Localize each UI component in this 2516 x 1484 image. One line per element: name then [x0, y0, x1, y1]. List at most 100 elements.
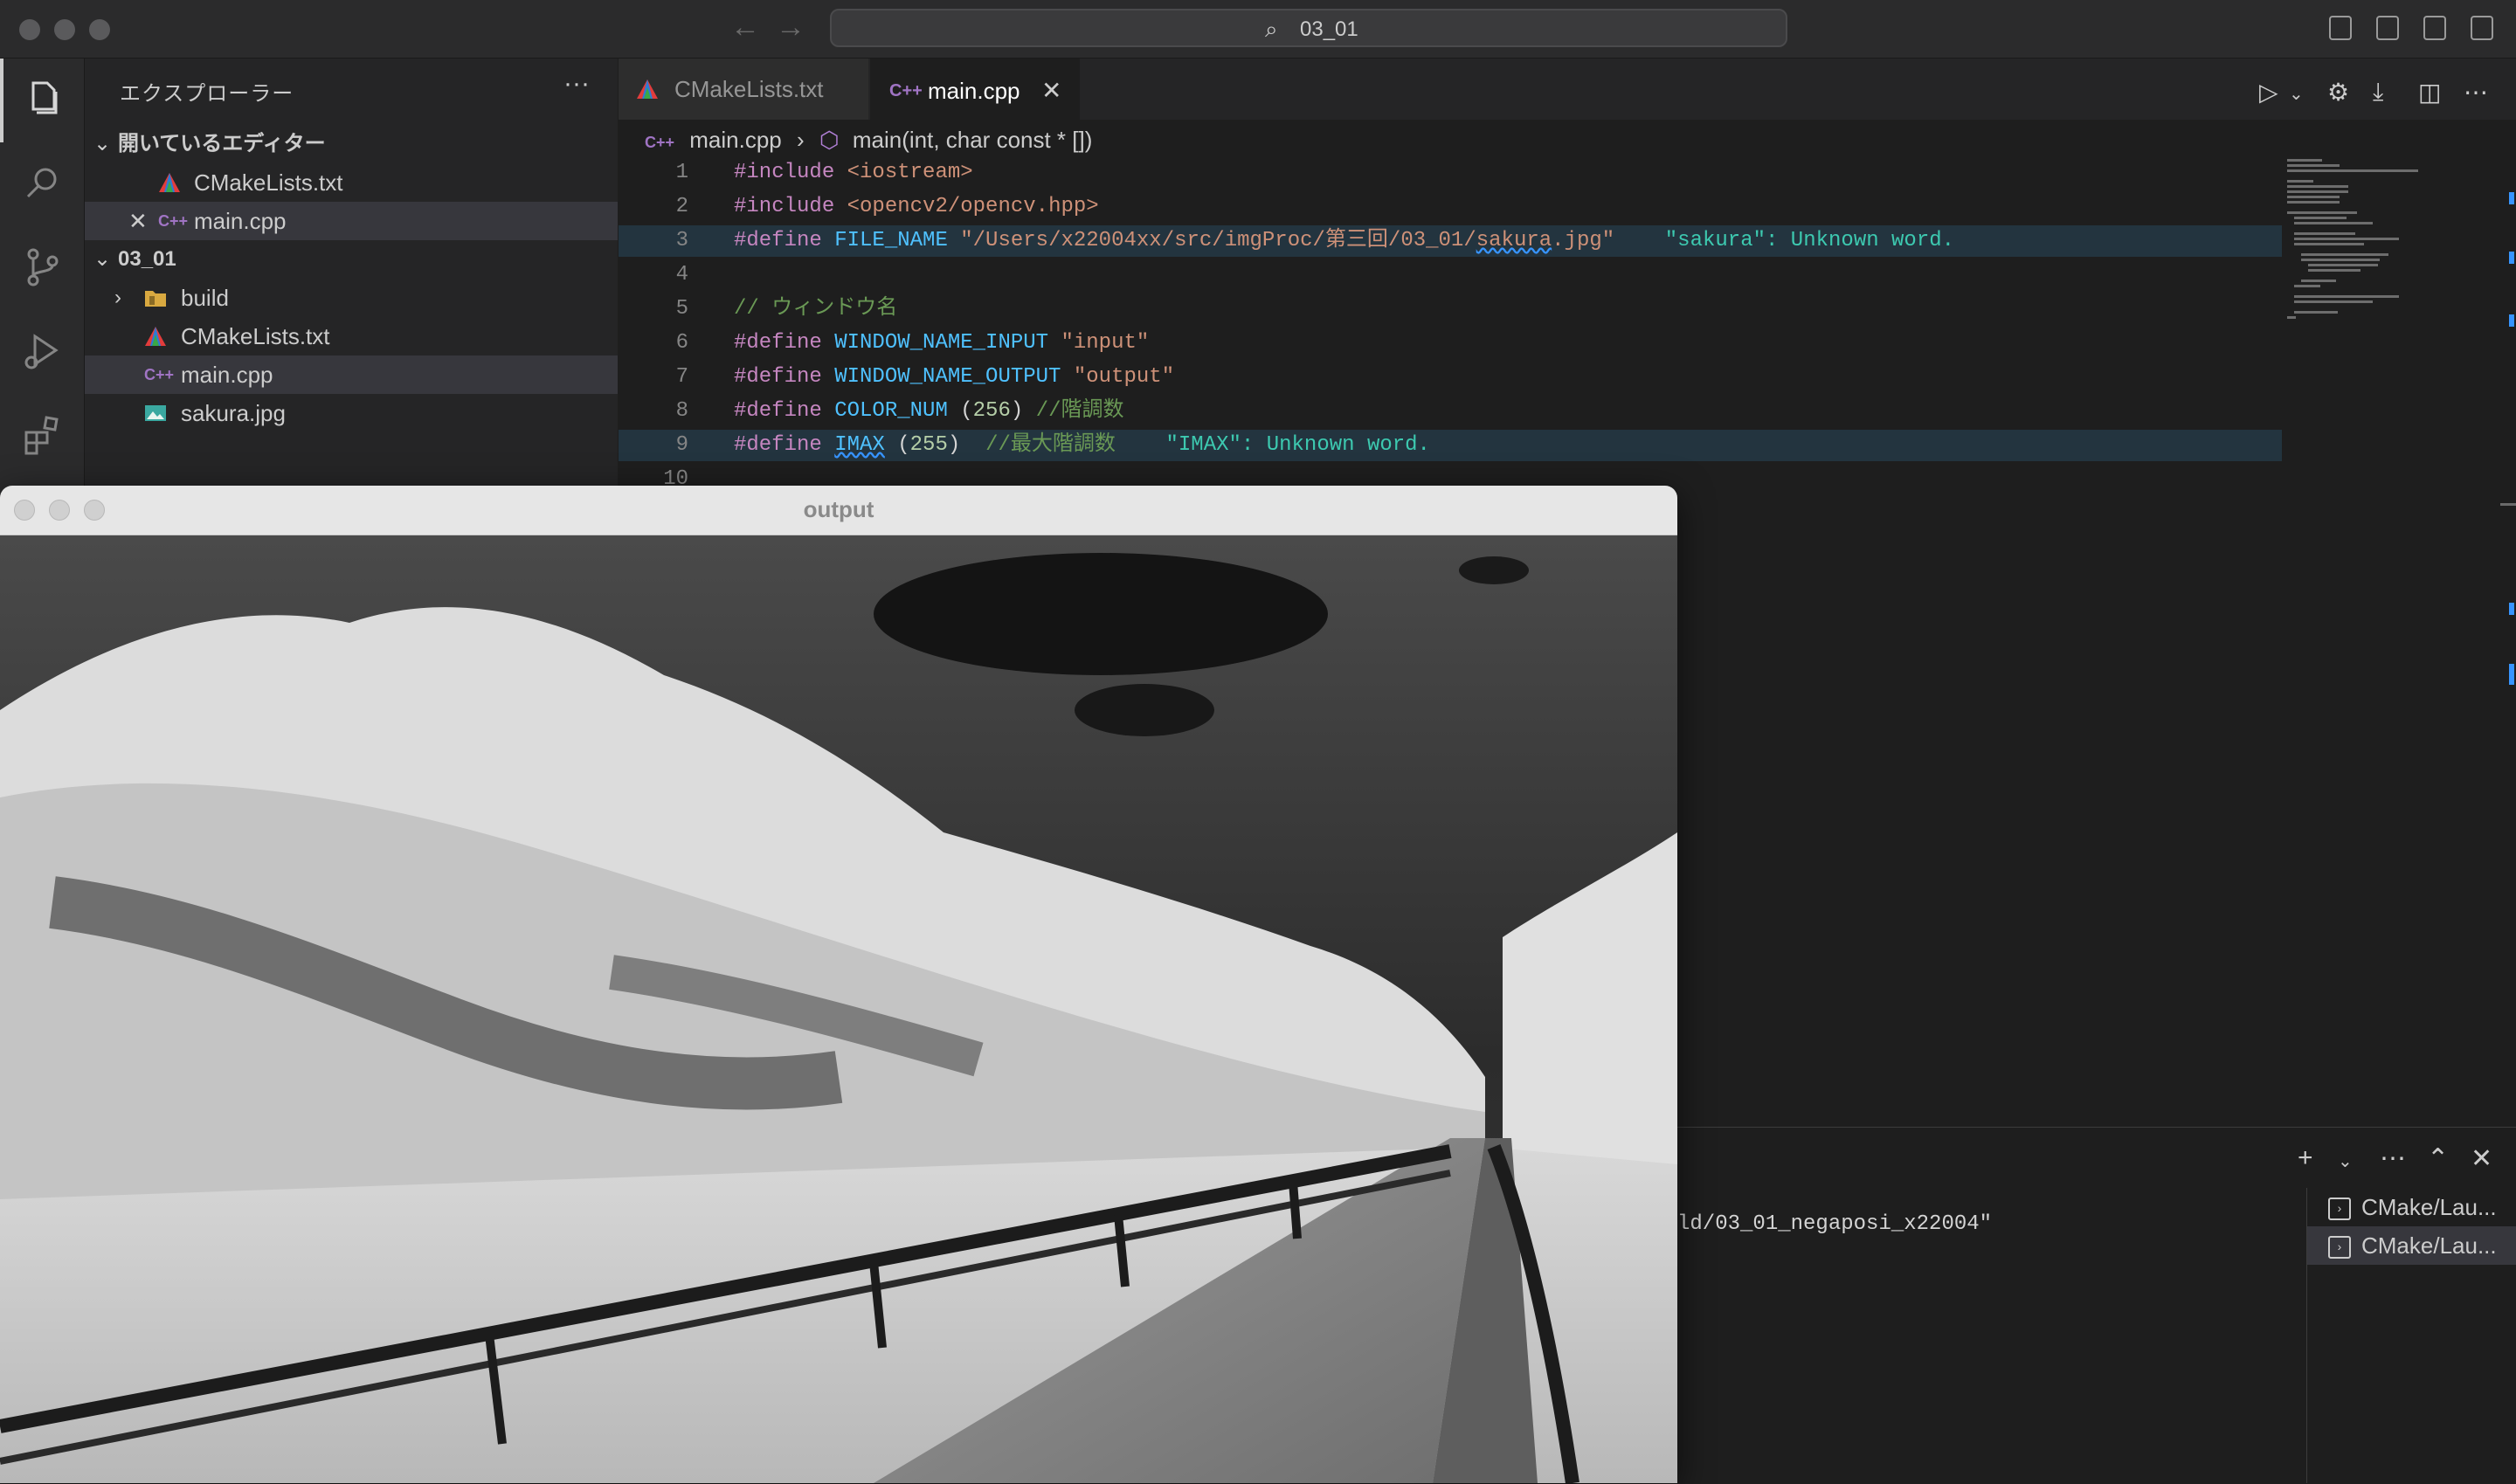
source-control-icon[interactable] — [21, 245, 65, 289]
zoom-window-button[interactable] — [89, 19, 110, 40]
tree-item-file[interactable]: sakura.jpg — [85, 394, 618, 432]
code-line[interactable]: 6 #define WINDOW_NAME_INPUT "input" — [619, 328, 2282, 359]
active-indicator — [0, 59, 3, 142]
code-line[interactable]: 4 — [619, 259, 2282, 291]
search-text: 03_01 — [1300, 17, 1358, 41]
line-text: #include <opencv2/opencv.hpp> — [734, 195, 1099, 218]
output-window[interactable]: output — [0, 486, 1677, 1483]
line-number: 3 — [675, 229, 688, 252]
extensions-icon[interactable] — [21, 413, 65, 457]
split-editor-icon[interactable]: ◫ — [2418, 78, 2441, 107]
arrow-left-icon[interactable]: ← — [730, 10, 760, 45]
output-window-title: output — [803, 496, 874, 522]
gear-icon[interactable]: ⚙ — [2327, 78, 2349, 107]
toggle-panel-icon[interactable] — [2376, 16, 2399, 40]
toggle-secondary-sidebar-icon[interactable] — [2423, 16, 2446, 40]
line-number: 6 — [675, 331, 688, 355]
scrollbar[interactable] — [2500, 148, 2516, 1109]
code-line[interactable]: 3 #define FILE_NAME "/Users/x22004xx/src/… — [619, 225, 2282, 257]
cmake-icon — [145, 327, 166, 346]
toggle-sidebar-icon[interactable] — [2329, 16, 2352, 40]
maximize-panel-icon[interactable]: ⌃ — [2427, 1143, 2449, 1174]
line-number: 7 — [675, 365, 688, 389]
cpp-icon: C++ — [158, 212, 189, 230]
line-text: #define WINDOW_NAME_OUTPUT "output" — [734, 365, 1175, 389]
image-icon — [145, 405, 166, 421]
breadcrumb-file[interactable]: main.cpp — [689, 127, 782, 153]
search-icon[interactable] — [21, 162, 65, 205]
terminal-list: › CMake/Lau... › CMake/Lau... — [2306, 1188, 2516, 1483]
minimize-window-button[interactable] — [54, 19, 75, 40]
chevron-right-icon: › — [114, 286, 121, 309]
code-line[interactable]: 9 #define IMAX (255) //最大階調数 "IMAX": Unkn… — [619, 430, 2282, 461]
folder-header[interactable]: ⌄ 03_01 — [85, 240, 618, 279]
title-bar: ← → ⌕ 03_01 — [0, 0, 2516, 59]
run-icon[interactable]: ▷ — [2259, 78, 2278, 107]
arrow-right-icon[interactable]: → — [776, 10, 805, 45]
line-number: 4 — [675, 263, 688, 286]
terminal-tab[interactable]: › CMake/Lau... — [2307, 1188, 2516, 1226]
code-line[interactable]: 1 #include <iostream> — [619, 157, 2282, 189]
folder-icon — [145, 291, 166, 307]
tree-item-file[interactable]: CMakeLists.txt — [85, 317, 618, 355]
line-number: 9 — [675, 433, 688, 457]
open-editors-header[interactable]: ⌄ 開いているエディター — [85, 125, 618, 163]
tree-item-file[interactable]: C++ main.cpp — [85, 355, 618, 394]
cube-icon: ⬡ — [819, 127, 840, 153]
editor-tabs: CMakeLists.txt C++ main.cpp ✕ ▷ ⌄ ⚙ ⤓ ◫ … — [619, 59, 2516, 121]
terminal-icon: › — [2328, 1198, 2351, 1221]
cpp-icon: C++ — [144, 366, 175, 383]
code-line[interactable]: 8 #define COLOR_NUM (256) //階調数 — [619, 396, 2282, 427]
line-text: #define FILE_NAME "/Users/x22004xx/src/i… — [734, 229, 1955, 252]
run-debug-icon[interactable] — [21, 329, 65, 373]
download-icon[interactable]: ⤓ — [2373, 78, 2383, 107]
code-line[interactable]: 5 // ウィンドウ名 — [619, 293, 2282, 325]
chevron-down-icon[interactable]: ⌄ — [2289, 83, 2304, 105]
more-actions-icon[interactable]: ⋯ — [2464, 78, 2488, 107]
output-window-titlebar[interactable]: output — [0, 486, 1677, 535]
cpp-icon: C++ — [645, 134, 675, 151]
breadcrumb-symbol[interactable]: main(int, char const * []) — [853, 127, 1093, 153]
line-number: 2 — [675, 195, 688, 218]
breadcrumb: C++ main.cpp › ⬡ main(int, char const * … — [645, 122, 1092, 157]
terminal-output[interactable]: ld/03_01_negaposi_x22004" — [1677, 1212, 1992, 1236]
tree-item-folder[interactable]: › build — [85, 279, 618, 317]
sidebar-title: エクスプローラー — [120, 82, 294, 106]
negative-image — [0, 535, 1677, 1483]
cmake-icon — [637, 79, 658, 99]
line-text: #include <iostream> — [734, 161, 973, 184]
explorer-icon[interactable] — [21, 78, 65, 121]
breadcrumb-separator: › — [797, 127, 805, 153]
open-editor-item[interactable]: CMakeLists.txt — [85, 163, 618, 202]
more-actions-icon[interactable]: ⋯ — [2380, 1143, 2406, 1174]
minimap[interactable] — [2282, 148, 2500, 1109]
close-icon[interactable]: ✕ — [1041, 60, 1061, 121]
cmake-icon — [159, 173, 180, 192]
cpp-icon: C++ — [889, 81, 923, 100]
close-icon[interactable]: ✕ — [128, 202, 148, 240]
code-line[interactable]: 7 #define WINDOW_NAME_OUTPUT "output" — [619, 362, 2282, 393]
command-center-search[interactable]: ⌕ 03_01 — [830, 9, 1787, 47]
line-text: #define WINDOW_NAME_INPUT "input" — [734, 331, 1150, 355]
code-line[interactable]: 2 #include <opencv2/opencv.hpp> — [619, 191, 2282, 223]
line-text: #define COLOR_NUM (256) //階調数 — [734, 399, 1124, 423]
search-icon: ⌕ — [1265, 16, 1278, 42]
chevron-down-icon[interactable]: ⌄ — [2338, 1150, 2353, 1172]
line-number: 8 — [675, 399, 688, 423]
terminal-icon: › — [2328, 1236, 2351, 1260]
line-text: // ウィンドウ名 — [734, 297, 898, 321]
close-panel-icon[interactable]: ✕ — [2471, 1143, 2492, 1174]
line-text: #define IMAX (255) //最大階調数 "IMAX": Unkno… — [734, 433, 1430, 457]
terminal-tab[interactable]: › CMake/Lau... — [2307, 1226, 2516, 1265]
close-window-button[interactable] — [19, 19, 40, 40]
chevron-down-icon: ⌄ — [93, 132, 112, 155]
open-editor-item[interactable]: ✕ C++ main.cpp — [85, 202, 618, 240]
more-actions-icon[interactable]: ··· — [563, 69, 590, 99]
add-terminal-icon[interactable]: + — [2298, 1143, 2313, 1173]
customize-layout-icon[interactable] — [2471, 16, 2493, 40]
tab-cmakelists[interactable]: CMakeLists.txt — [619, 59, 868, 120]
line-number: 5 — [675, 297, 688, 321]
chevron-down-icon: ⌄ — [93, 247, 112, 271]
line-number: 1 — [675, 161, 688, 184]
tab-main-cpp[interactable]: C++ main.cpp ✕ — [870, 59, 1080, 121]
